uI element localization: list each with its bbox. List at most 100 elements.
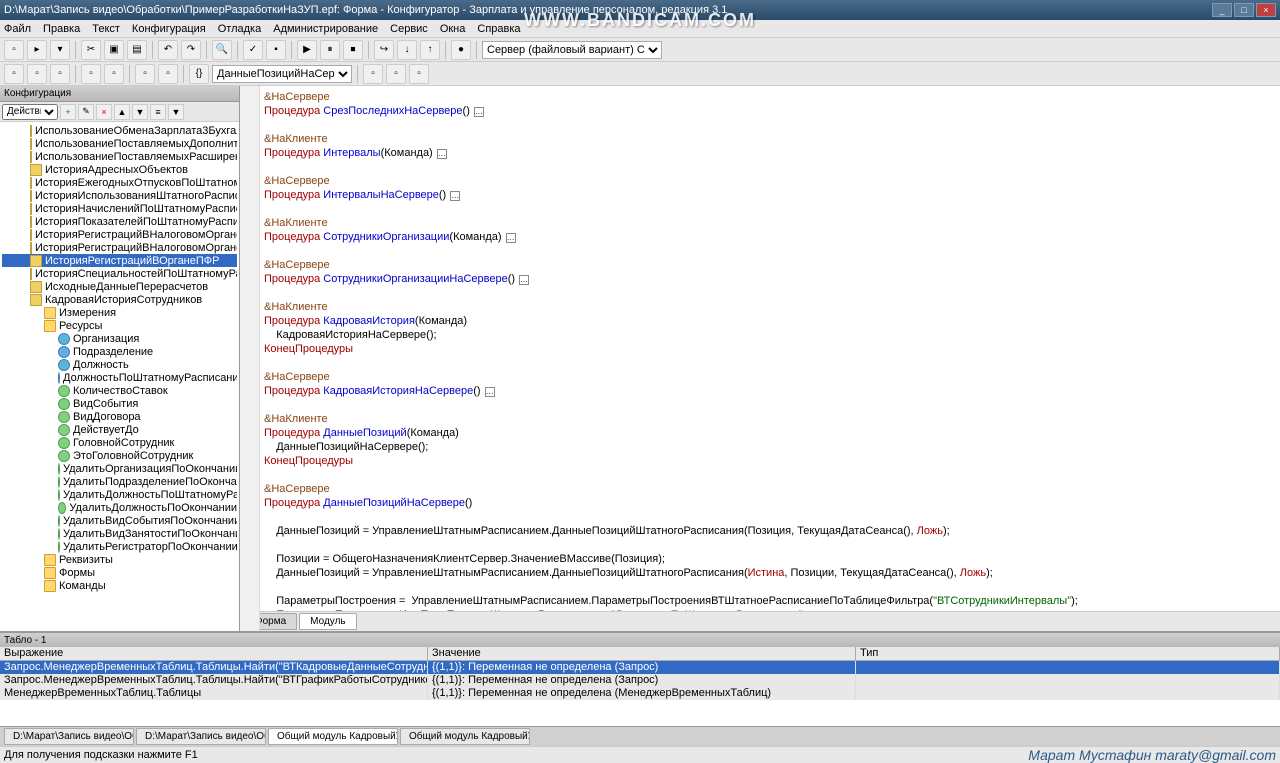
tree-item[interactable]: КоличествоСтавок [2, 384, 237, 397]
find-icon[interactable]: 🔍 [212, 40, 232, 60]
tree-item[interactable]: ИсторияСпециальностейПоШтатномуРасписан.… [2, 267, 237, 280]
tb2-btn7[interactable]: ▫ [158, 64, 178, 84]
tree-item[interactable]: УдалитьВидСобытияПоОкончании [2, 514, 237, 527]
debug-start-icon[interactable]: ▶ [297, 40, 317, 60]
tree-item[interactable]: ИсторияРегистрацийВНалоговомОрганеВтори.… [2, 241, 237, 254]
tree-item[interactable]: Измерения [2, 306, 237, 319]
tree-item[interactable]: ЭтоГоловнойСотрудник [2, 449, 237, 462]
code-editor[interactable]: &НаСервереПроцедура СрезПоследнихНаСерве… [240, 86, 1280, 631]
tree-edit-icon[interactable]: ✎ [78, 104, 94, 120]
col-type[interactable]: Тип [856, 647, 1280, 660]
tb2-btn5[interactable]: ▫ [104, 64, 124, 84]
new-icon[interactable]: ▫ [4, 40, 24, 60]
tree-item[interactable]: ИсторияАдресныхОбъектов [2, 163, 237, 176]
tree-add-icon[interactable]: + [60, 104, 76, 120]
tb2-btn4[interactable]: ▫ [81, 64, 101, 84]
minimize-button[interactable]: _ [1212, 3, 1232, 17]
menu-Окна[interactable]: Окна [440, 23, 466, 35]
undo-icon[interactable]: ↶ [158, 40, 178, 60]
tb2-btn2[interactable]: ▫ [27, 64, 47, 84]
close-button[interactable]: × [1256, 3, 1276, 17]
tree-item[interactable]: ИспользованиеОбменаЗарплата3Бухгалтерия3… [2, 124, 237, 137]
tree-item[interactable]: УдалитьОрганизацияПоОкончании [2, 462, 237, 475]
tree-item[interactable]: Ресурсы [2, 319, 237, 332]
tree-item[interactable]: Должность [2, 358, 237, 371]
tree-item[interactable]: ИсторияИспользованияШтатногоРасписания [2, 189, 237, 202]
tree-item[interactable]: УдалитьДолжностьПоШтатномуРаспис... [2, 488, 237, 501]
tree-item[interactable]: ИспользованиеПоставляемыхРасширенийВОб..… [2, 150, 237, 163]
tree-item[interactable]: УдалитьДолжностьПоОкончании [2, 501, 237, 514]
tree-down-icon[interactable]: ▼ [132, 104, 148, 120]
server-select[interactable]: Сервер (файловый вариант) Савинс... [482, 41, 662, 59]
window-tab[interactable]: D:\Марат\Запись видео\Об... [136, 728, 266, 745]
tree-item[interactable]: Реквизиты [2, 553, 237, 566]
maximize-button[interactable]: □ [1234, 3, 1254, 17]
menu-Администрирование[interactable]: Администрирование [273, 23, 378, 35]
tree-item[interactable]: ДолжностьПоШтатномуРасписанию [2, 371, 237, 384]
watch-row[interactable]: МенеджерВременныхТаблиц.Таблицы{(1,1)}: … [0, 687, 1280, 700]
tree-delete-icon[interactable]: × [96, 104, 112, 120]
redo-icon[interactable]: ↷ [181, 40, 201, 60]
tree-item[interactable]: УдалитьВидЗанятостиПоОкончании [2, 527, 237, 540]
tree-item[interactable]: ИсторияРегистрацийВНалоговомОргане [2, 228, 237, 241]
menu-Справка[interactable]: Справка [477, 23, 520, 35]
watch-row[interactable]: Запрос.МенеджерВременныхТаблиц.Таблицы.Н… [0, 661, 1280, 674]
step-over-icon[interactable]: ↪ [374, 40, 394, 60]
paste-icon[interactable]: ▤ [127, 40, 147, 60]
menu-Конфигурация[interactable]: Конфигурация [132, 23, 206, 35]
editor-tab-Модуль[interactable]: Модуль [299, 613, 356, 630]
menu-Сервис[interactable]: Сервис [390, 23, 428, 35]
tree-item[interactable]: ИсходныеДанныеПерерасчетов [2, 280, 237, 293]
breakpoint-icon[interactable]: ● [451, 40, 471, 60]
tree-item[interactable]: ИспользованиеПоставляемыхДополнительных.… [2, 137, 237, 150]
tb2-btn6[interactable]: ▫ [135, 64, 155, 84]
tree-up-icon[interactable]: ▲ [114, 104, 130, 120]
tree-item[interactable]: Команды [2, 579, 237, 592]
window-tab[interactable]: Общий модуль КадровыйУч... [268, 728, 398, 745]
tb2-btn9[interactable]: ▫ [386, 64, 406, 84]
config-tree[interactable]: ИспользованиеОбменаЗарплата3Бухгалтерия3… [0, 122, 239, 631]
tree-item[interactable]: ИсторияПоказателейПоШтатномуРасписанию [2, 215, 237, 228]
actions-select[interactable]: Действия [2, 104, 58, 120]
step-into-icon[interactable]: ↓ [397, 40, 417, 60]
watch-row[interactable]: Запрос.МенеджерВременныхТаблиц.Таблицы.Н… [0, 674, 1280, 687]
window-tab[interactable]: Общий модуль КадровыйУч... [400, 728, 530, 745]
syntax-check-icon[interactable]: ✓ [243, 40, 263, 60]
menu-Отладка[interactable]: Отладка [218, 23, 261, 35]
debug-stop-icon[interactable]: ⏹ [343, 40, 363, 60]
col-expression[interactable]: Выражение [0, 647, 428, 660]
window-tab[interactable]: D:\Марат\Запись видео\Об... [4, 728, 134, 745]
col-value[interactable]: Значение [428, 647, 856, 660]
tree-item[interactable]: УдалитьРегистраторПоОкончании [2, 540, 237, 553]
procedure-icon[interactable]: {} [189, 64, 209, 84]
menu-Файл[interactable]: Файл [4, 23, 31, 35]
tree-item[interactable]: КадроваяИсторияСотрудников [2, 293, 237, 306]
debug-pause-icon[interactable]: ⏸ [320, 40, 340, 60]
tb2-btn3[interactable]: ▫ [50, 64, 70, 84]
tree-item[interactable]: Формы [2, 566, 237, 579]
procedure-select[interactable]: ДанныеПозицийНаСервере [212, 65, 352, 83]
tree-item[interactable]: ИсторияЕжегодныхОтпусковПоШтатномуРаспи.… [2, 176, 237, 189]
tree-item[interactable]: Организация [2, 332, 237, 345]
tree-item[interactable]: ИсторияНачисленийПоШтатномуРасписанию [2, 202, 237, 215]
tb2-btn8[interactable]: ▫ [363, 64, 383, 84]
open-icon[interactable]: ▸ [27, 40, 47, 60]
tree-item[interactable]: ДействуетДо [2, 423, 237, 436]
copy-icon[interactable]: ▣ [104, 40, 124, 60]
tree-sort-icon[interactable]: ≡ [150, 104, 166, 120]
step-out-icon[interactable]: ↑ [420, 40, 440, 60]
tree-filter-icon[interactable]: ▼ [168, 104, 184, 120]
tree-item[interactable]: ГоловнойСотрудник [2, 436, 237, 449]
cut-icon[interactable]: ✂ [81, 40, 101, 60]
menu-Правка[interactable]: Правка [43, 23, 80, 35]
tree-item[interactable]: УдалитьПодразделениеПоОкончании [2, 475, 237, 488]
tree-item[interactable]: ИсторияРегистрацийВОрганеПФР [2, 254, 237, 267]
menu-Текст[interactable]: Текст [92, 23, 120, 35]
tree-item[interactable]: ВидДоговора [2, 410, 237, 423]
save-icon[interactable]: ▾ [50, 40, 70, 60]
tree-item[interactable]: Подразделение [2, 345, 237, 358]
bookmark-icon[interactable]: ▪ [266, 40, 286, 60]
tree-item[interactable]: ВидСобытия [2, 397, 237, 410]
tb2-btn1[interactable]: ▫ [4, 64, 24, 84]
tb2-btn10[interactable]: ▫ [409, 64, 429, 84]
